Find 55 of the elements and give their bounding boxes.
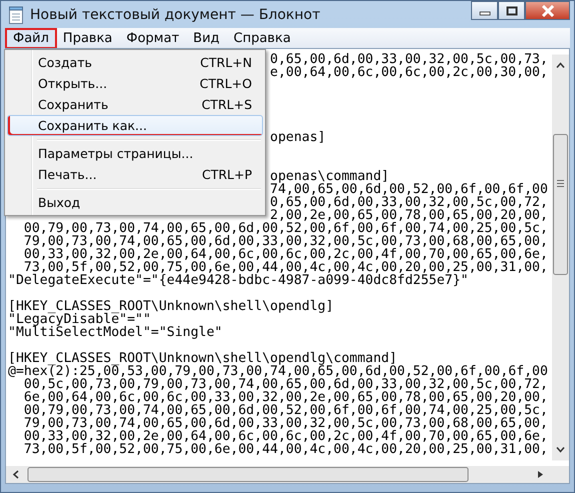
text-line: 00,33,00,32,00,2e,00,64,00,6c,00,6c,00,2c,00,4f,00,70,00,65,00,6e, xyxy=(22,247,548,262)
text-line: 73,00,5f,00,52,00,75,00,6e,00,44,00,4c,00,4c,00,20,00,25,00,31,00, xyxy=(22,442,548,457)
menu-item-label: Параметры страницы... xyxy=(38,146,194,161)
menu-item[interactable]: Создать CTRL+N xyxy=(7,52,263,73)
text-line: 00,79,00,73,00,74,00,65,00,6d,00,52,00,6f,00,6f,00,74,00,25,00,5c, xyxy=(22,221,548,236)
notepad-icon xyxy=(8,6,24,24)
close-button[interactable] xyxy=(525,1,570,20)
shortcut-label: CTRL+N xyxy=(200,55,252,70)
text-line: "DelegateExecute"="{e44e9428-bdbc-4987-a099-40dc8fd255e7}" xyxy=(8,273,468,288)
text-line: [HKEY_CLASSES_ROOT\Unknown\shell\opendlg] xyxy=(8,299,334,314)
shortcut-label: CTRL+P xyxy=(202,167,252,182)
text-line: 00,5c,00,73,00,79,00,73,00,74,00,65,00,6d,00,33,00,32,00,5c,00,72, xyxy=(22,377,548,392)
text-line: 79,00,73,00,74,00,65,00,6d,00,33,00,32,00,5c,00,73,00,68,00,65,00, xyxy=(22,416,548,431)
menu-item-label: Сохранить xyxy=(38,97,108,112)
menu-title[interactable]: Правка xyxy=(56,28,120,48)
menu-title[interactable]: Файл xyxy=(6,28,56,48)
text-line: 0,65,00,6d,00,33,00,32,00,5c,00,73, xyxy=(270,52,548,67)
shortcut-label: CTRL+O xyxy=(200,76,252,91)
menu-title[interactable]: Формат xyxy=(119,28,186,48)
maximize-icon xyxy=(506,6,518,16)
window-title: Новый текстовый документ — Блокнот xyxy=(30,6,320,22)
scrollbar-corner xyxy=(552,466,569,483)
text-line: e,00,64,00,6c,00,6c,00,2c,00,30,00, xyxy=(270,65,548,80)
text-line: 2,00,2e,00,65,00,78,00,65,00,20,00, xyxy=(270,208,548,223)
text-line: "LegacyDisable"="" xyxy=(8,312,151,327)
text-line: 6e,00,64,00,6c,00,6c,00,33,00,32,00,2e,00,65,00,78,00,65,00,20,00, xyxy=(22,390,548,405)
menu-item[interactable]: Открыть... CTRL+O xyxy=(7,73,263,94)
menu-item-label: Выход xyxy=(38,195,80,210)
text-line: openas] xyxy=(270,130,326,145)
text-line: 00,33,00,32,00,2e,00,64,00,6c,00,6c,00,2c,00,4f,00,70,00,65,00,6e, xyxy=(22,429,548,444)
maximize-button[interactable] xyxy=(498,1,525,20)
text-line: 00,79,00,73,00,74,00,65,00,6d,00,52,00,6f,00,6f,00,74,00,25,00,5c, xyxy=(22,403,548,418)
menu-item-label: Открыть... xyxy=(38,76,108,91)
menu-item-label: Печать... xyxy=(38,167,97,182)
text-line: openas\command] xyxy=(270,169,390,184)
horizontal-scrollbar[interactable] xyxy=(6,466,552,483)
menu-title[interactable]: Вид xyxy=(186,28,227,48)
close-icon xyxy=(540,4,554,16)
menu-item[interactable]: Параметры страницы... xyxy=(7,143,263,164)
text-line: 74,00,65,00,6d,00,52,00,6f,00,6f,00 xyxy=(270,182,548,197)
shortcut-label: CTRL+S xyxy=(202,97,252,112)
menu-item-label: Создать xyxy=(38,55,92,70)
minimize-button[interactable] xyxy=(471,1,498,20)
menu-item[interactable]: Сохранить как... xyxy=(7,115,263,136)
menu-item-label: Сохранить как... xyxy=(38,118,147,133)
menu-item[interactable]: Выход xyxy=(7,192,263,213)
text-line: @=hex(2):25,00,53,00,79,00,73,00,74,00,65,00,6d,00,52,00,6f,00,6f,00 xyxy=(8,364,548,379)
menu-item[interactable]: Сохранить CTRL+S xyxy=(7,94,263,115)
text-line: "MultiSelectModel"="Single" xyxy=(8,325,222,340)
menu-item[interactable]: Печать... CTRL+P xyxy=(7,164,263,185)
text-line: [HKEY_CLASSES_ROOT\Unknown\shell\opendlg\command] xyxy=(8,351,398,366)
text-line: 73,00,5f,00,52,00,75,00,6e,00,44,00,4c,00,4c,00,20,00,25,00,31,00, xyxy=(24,260,548,275)
menu-title[interactable]: Справка xyxy=(226,28,298,48)
text-line: 0,65,00,6d,00,33,00,32,00,5c,00,72, xyxy=(270,195,548,210)
text-line: 79,00,73,00,74,00,65,00,6d,00,33,00,32,00,5c,00,73,00,68,00,65,00, xyxy=(22,234,548,249)
